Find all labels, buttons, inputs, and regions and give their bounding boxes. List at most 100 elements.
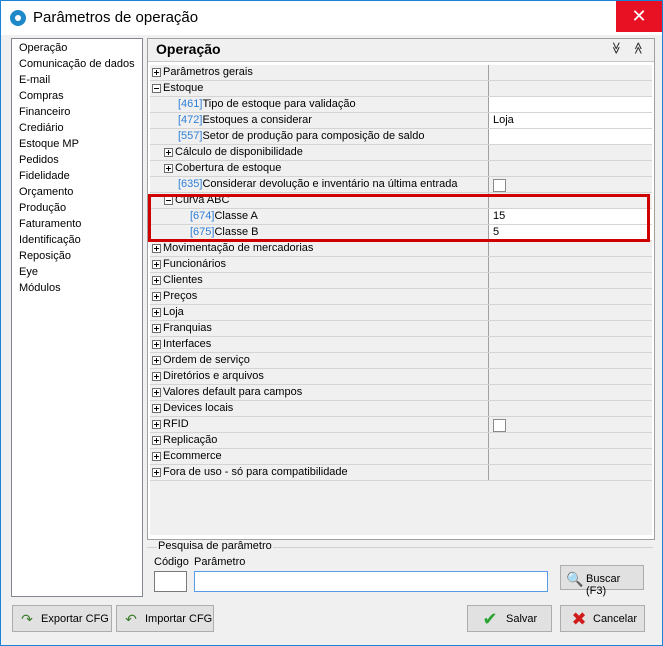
expand-icon[interactable] — [152, 308, 161, 317]
grid-row[interactable]: Preços — [150, 289, 652, 305]
grid-row[interactable]: Fora de uso - só para compatibilidade — [150, 465, 652, 481]
nav-item[interactable]: Eye — [19, 266, 38, 278]
expand-icon[interactable] — [164, 148, 173, 157]
grid-row[interactable]: Parâmetros gerais — [150, 65, 652, 81]
expand-icon[interactable] — [152, 68, 161, 77]
expand-icon[interactable] — [152, 340, 161, 349]
nav-item[interactable]: E-mail — [19, 74, 50, 86]
param-value[interactable] — [488, 257, 652, 272]
grid-row[interactable]: Replicação — [150, 433, 652, 449]
expand-icon[interactable] — [152, 420, 161, 429]
nav-item[interactable]: Operação — [19, 42, 67, 54]
param-value[interactable] — [488, 353, 652, 368]
param-value[interactable] — [488, 81, 652, 96]
param-value[interactable] — [488, 465, 652, 480]
param-value[interactable] — [488, 417, 652, 432]
grid-row[interactable]: Movimentação de mercadorias — [150, 241, 652, 257]
nav-item[interactable]: Identificação — [19, 234, 81, 246]
grid-row[interactable]: Loja — [150, 305, 652, 321]
grid-row[interactable]: Cálculo de disponibilidade — [150, 145, 652, 161]
save-button[interactable]: ✔ Salvar — [467, 605, 552, 632]
param-label: Clientes — [163, 273, 203, 288]
grid-row[interactable]: [557]Setor de produção para composição d… — [150, 129, 652, 145]
param-value[interactable] — [488, 385, 652, 400]
search-button[interactable]: 🔍 Buscar (F3) — [560, 565, 644, 597]
close-button[interactable]: ✕ — [616, 1, 662, 32]
nav-item[interactable]: Crediário — [19, 122, 64, 134]
import-cfg-button[interactable]: ↶ Importar CFG — [116, 605, 214, 632]
grid-row[interactable]: [472]Estoques a considerar Loja — [150, 113, 652, 129]
expand-icon[interactable] — [152, 356, 161, 365]
nav-item[interactable]: Faturamento — [19, 218, 81, 230]
param-value[interactable] — [488, 449, 652, 464]
expand-icon[interactable] — [152, 244, 161, 253]
nav-item[interactable]: Produção — [19, 202, 66, 214]
param-value[interactable] — [488, 241, 652, 256]
grid-row[interactable]: RFID — [150, 417, 652, 433]
param-label: Cálculo de disponibilidade — [175, 145, 303, 160]
param-value[interactable] — [488, 305, 652, 320]
grid-row[interactable]: Interfaces — [150, 337, 652, 353]
param-value[interactable] — [488, 161, 652, 176]
nav-item[interactable]: Comunicação de dados — [19, 58, 135, 70]
param-value[interactable] — [488, 433, 652, 448]
cancel-button[interactable]: ✖ Cancelar — [560, 605, 645, 632]
grid-row[interactable]: Devices locais — [150, 401, 652, 417]
expand-icon[interactable] — [152, 372, 161, 381]
expand-all-icon[interactable]: ≪ — [631, 42, 645, 55]
expand-icon[interactable] — [152, 404, 161, 413]
param-text: Tipo de estoque para validação — [202, 98, 356, 110]
grid-row[interactable]: [461]Tipo de estoque para validação — [150, 97, 652, 113]
param-checkbox[interactable] — [493, 179, 506, 192]
expand-icon[interactable] — [152, 388, 161, 397]
expand-icon[interactable] — [164, 164, 173, 173]
grid-row[interactable]: Ordem de serviço — [150, 353, 652, 369]
export-cfg-button[interactable]: ↷ Exportar CFG — [12, 605, 112, 632]
collapse-all-icon[interactable]: ≫ — [609, 42, 623, 55]
param-value[interactable] — [488, 177, 652, 192]
param-value[interactable] — [488, 65, 652, 80]
nav-item[interactable]: Compras — [19, 90, 64, 102]
nav-item[interactable]: Reposição — [19, 250, 71, 262]
expand-icon[interactable] — [152, 276, 161, 285]
param-value[interactable] — [488, 129, 652, 144]
expand-icon[interactable] — [152, 292, 161, 301]
grid-row[interactable]: Cobertura de estoque — [150, 161, 652, 177]
code-input[interactable] — [154, 571, 187, 592]
param-value[interactable] — [488, 369, 652, 384]
param-text: Valores default para campos — [163, 386, 303, 398]
param-checkbox[interactable] — [493, 419, 506, 432]
param-value[interactable] — [488, 97, 652, 112]
param-value[interactable] — [488, 289, 652, 304]
category-list[interactable]: Operação Comunicação de dados E-mail Compra… — [11, 38, 143, 597]
parameter-grid[interactable]: Parâmetros gerais Estoque [461]Tipo de est… — [150, 65, 652, 535]
nav-item[interactable]: Financeiro — [19, 106, 70, 118]
grid-row[interactable]: Estoque — [150, 81, 652, 97]
param-value[interactable]: Loja — [488, 113, 652, 128]
nav-item[interactable]: Orçamento — [19, 186, 73, 198]
grid-row[interactable]: Funcionários — [150, 257, 652, 273]
param-text: Devices locais — [163, 402, 234, 414]
param-value[interactable] — [488, 273, 652, 288]
param-value[interactable] — [488, 337, 652, 352]
grid-row[interactable]: Valores default para campos — [150, 385, 652, 401]
expand-icon[interactable] — [152, 468, 161, 477]
grid-row[interactable]: [635]Considerar devolução e inventário n… — [150, 177, 652, 193]
expand-icon[interactable] — [152, 260, 161, 269]
nav-item[interactable]: Pedidos — [19, 154, 59, 166]
expand-icon[interactable] — [152, 436, 161, 445]
grid-row[interactable]: Franquias — [150, 321, 652, 337]
parameter-input[interactable] — [194, 571, 548, 592]
grid-row[interactable]: Ecommerce — [150, 449, 652, 465]
nav-item[interactable]: Estoque MP — [19, 138, 79, 150]
expand-icon[interactable] — [152, 324, 161, 333]
grid-row[interactable]: Clientes — [150, 273, 652, 289]
expand-icon[interactable] — [152, 452, 161, 461]
nav-item[interactable]: Módulos — [19, 282, 61, 294]
grid-row[interactable]: Diretórios e arquivos — [150, 369, 652, 385]
param-value[interactable] — [488, 401, 652, 416]
nav-item[interactable]: Fidelidade — [19, 170, 70, 182]
collapse-icon[interactable] — [152, 84, 161, 93]
param-value[interactable] — [488, 145, 652, 160]
param-value[interactable] — [488, 321, 652, 336]
